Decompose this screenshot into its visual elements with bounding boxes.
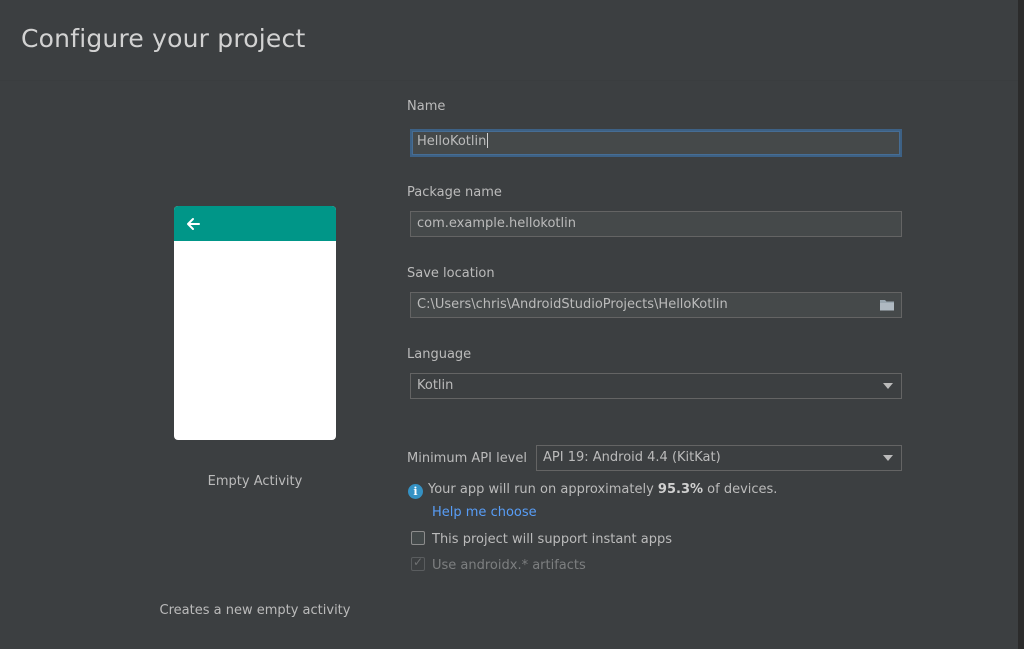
dialog-header: Configure your project <box>0 0 1018 80</box>
package-name-value: com.example.hellokotlin <box>417 216 576 231</box>
activity-preview <box>174 206 336 440</box>
help-me-choose-link[interactable]: Help me choose <box>432 505 537 520</box>
instant-apps-checkbox[interactable] <box>411 531 425 545</box>
androidx-option: ✓ Use androidx.* artifacts <box>411 555 586 573</box>
back-arrow-icon <box>187 218 200 230</box>
header-divider <box>0 80 1018 81</box>
coverage-percent: 95.3% <box>657 482 704 497</box>
text-caret <box>487 133 489 148</box>
androidx-label: Use androidx.* artifacts <box>432 558 586 573</box>
name-field[interactable]: HelloKotlin <box>410 129 902 157</box>
chevron-down-icon <box>883 455 893 461</box>
androidx-checkbox: ✓ <box>411 555 425 571</box>
template-description: Creates a new empty activity <box>159 603 351 618</box>
info-icon: i <box>408 484 423 499</box>
info-suffix: of devices. <box>703 482 778 497</box>
language-dropdown[interactable]: Kotlin <box>410 373 902 399</box>
package-name-field[interactable]: com.example.hellokotlin <box>410 211 902 237</box>
page-title: Configure your project <box>21 24 306 53</box>
language-label: Language <box>407 347 472 362</box>
window-edge <box>1018 0 1024 649</box>
min-api-dropdown[interactable]: API 19: Android 4.4 (KitKat) <box>536 445 902 471</box>
min-api-selected: API 19: Android 4.4 (KitKat) <box>543 450 721 465</box>
language-selected: Kotlin <box>417 378 454 393</box>
folder-icon[interactable] <box>879 298 895 312</box>
instant-apps-label: This project will support instant apps <box>432 532 672 547</box>
save-location-field[interactable]: C:\Users\chris\AndroidStudioProjects\Hel… <box>410 292 902 318</box>
name-label: Name <box>407 99 446 114</box>
package-name-label: Package name <box>407 185 502 200</box>
template-name: Empty Activity <box>207 474 303 489</box>
min-api-label: Minimum API level <box>407 451 527 466</box>
device-coverage-info: i Your app will run on approximately 95.3… <box>408 482 777 499</box>
save-location-value: C:\Users\chris\AndroidStudioProjects\Hel… <box>417 297 728 312</box>
instant-apps-option[interactable]: This project will support instant apps <box>411 531 672 547</box>
preview-toolbar <box>174 206 336 241</box>
chevron-down-icon <box>883 383 893 389</box>
name-value: HelloKotlin <box>417 134 487 149</box>
checkmark-icon: ✓ <box>413 555 424 569</box>
info-prefix: Your app will run on approximately <box>428 482 658 497</box>
save-location-label: Save location <box>407 266 495 281</box>
